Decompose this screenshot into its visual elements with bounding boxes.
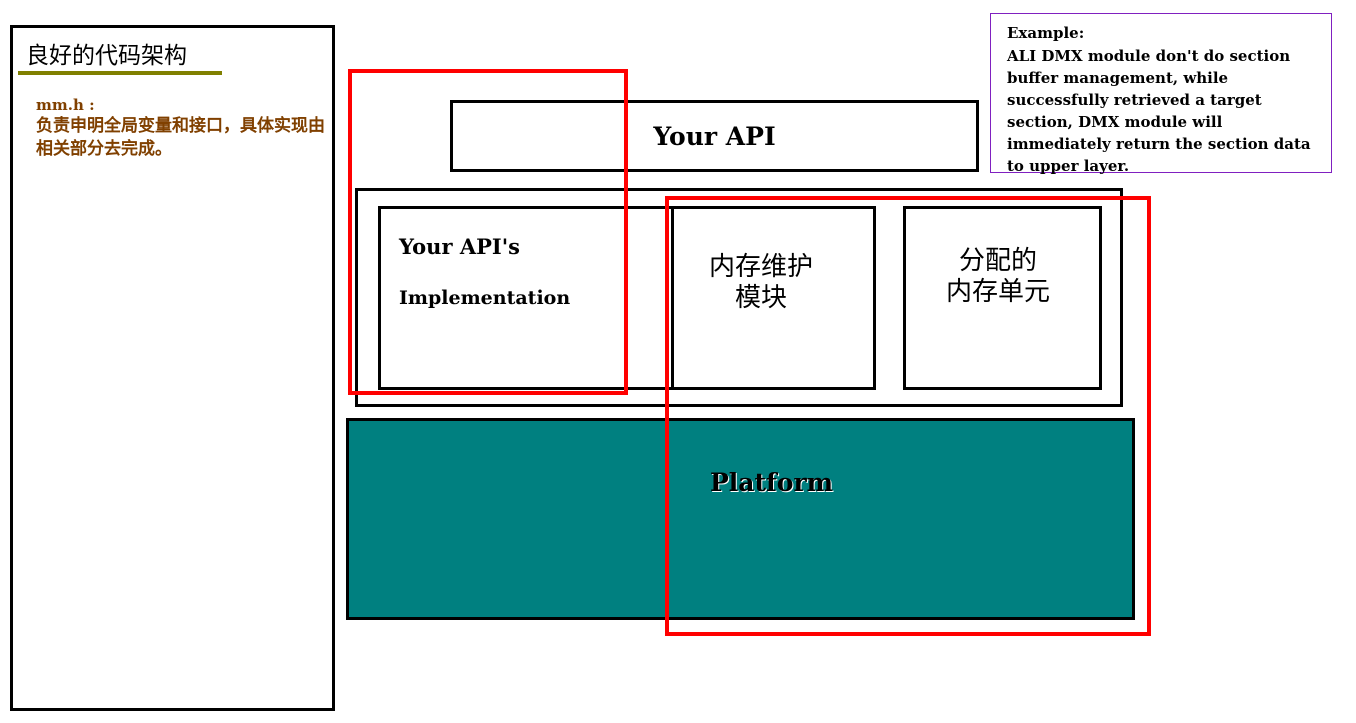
description-text: 负责申明全局变量和接口，具体实现由相关部分去完成。 <box>36 116 325 159</box>
example-text: ALI DMX module don't do section buffer m… <box>1007 47 1311 175</box>
title-underline <box>18 71 222 75</box>
highlight-outline-left <box>348 69 628 395</box>
your-api-label: Your API <box>653 121 776 151</box>
example-title: Example: <box>1007 24 1085 42</box>
highlight-outline-right <box>665 196 1151 636</box>
file-label: mm.h : <box>36 96 95 114</box>
panel-title: 良好的代码架构 <box>26 43 187 69</box>
